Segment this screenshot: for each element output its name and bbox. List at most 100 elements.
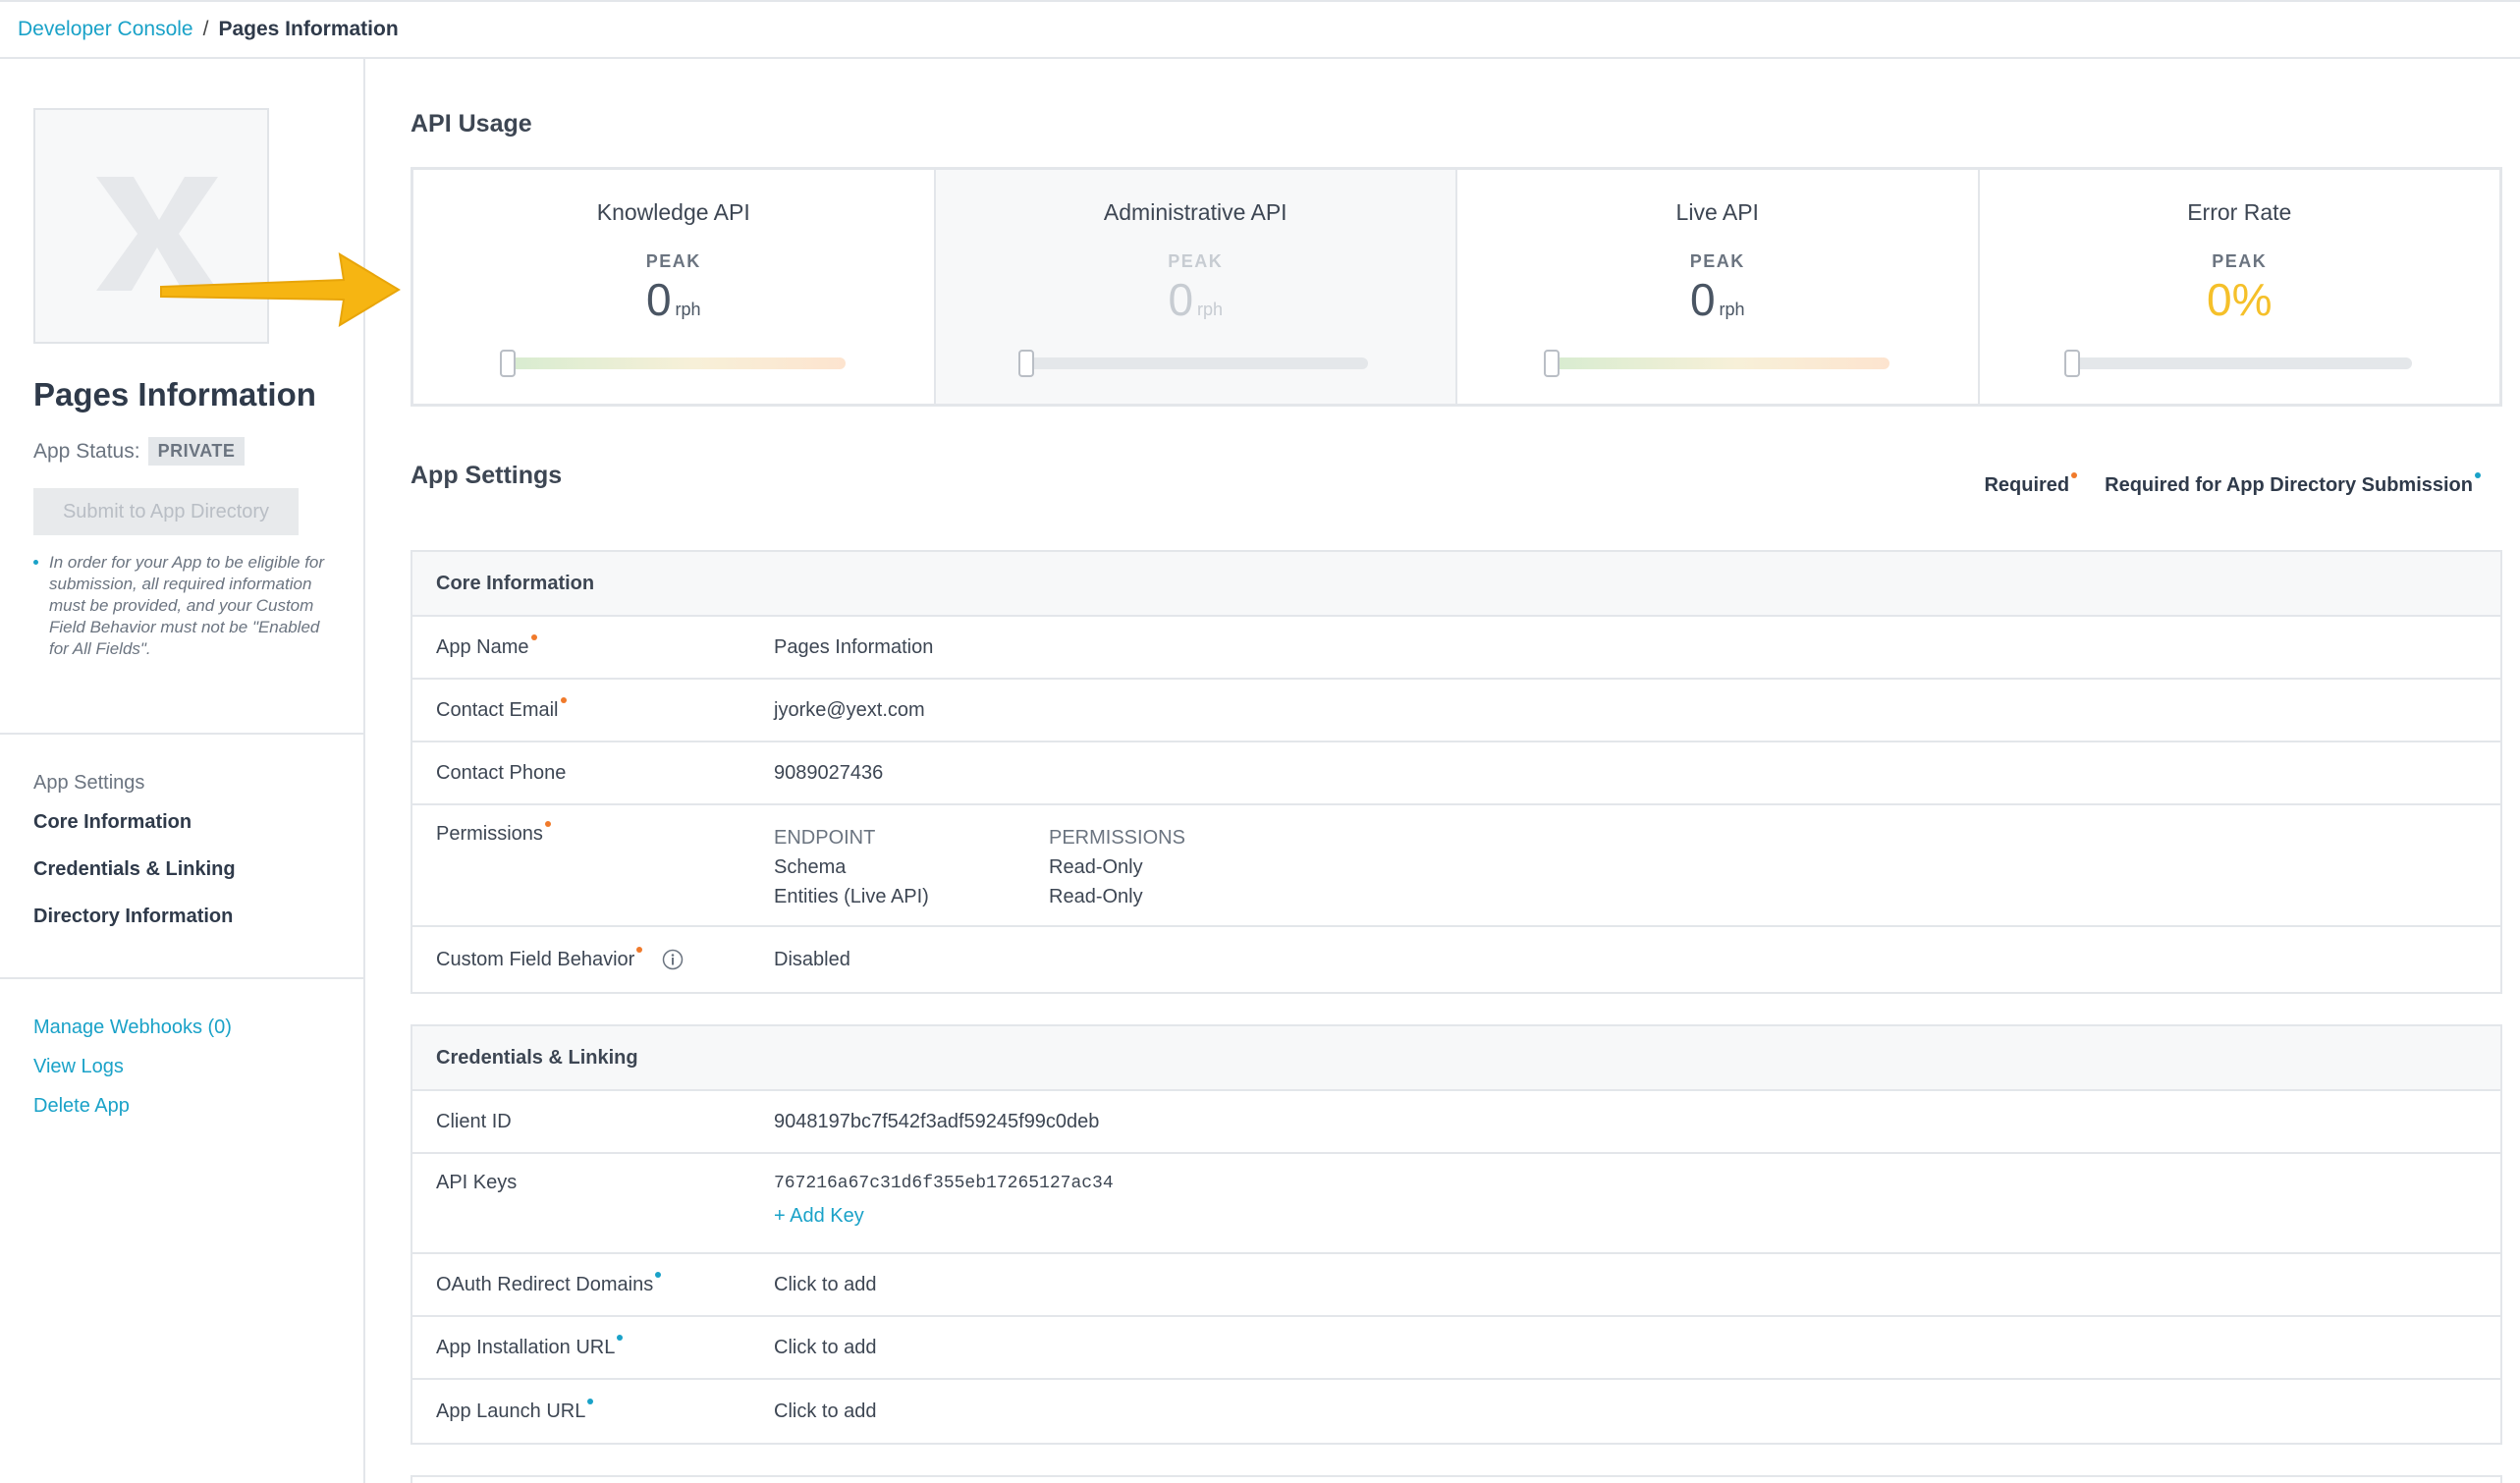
usage-card-peak-label: PEAK (1168, 251, 1224, 271)
required-dot-icon (2071, 472, 2078, 478)
contact-email-value[interactable]: jyorke@yext.com (774, 699, 2500, 722)
api-keys-row[interactable]: API Keys 767216a67c31d6f355eb17265127ac3… (412, 1154, 2500, 1254)
breadcrumb-developer-console[interactable]: Developer Console (18, 18, 193, 41)
delete-app-link[interactable]: Delete App (33, 1095, 130, 1118)
app-status-label: App Status: (33, 439, 140, 463)
usage-card-title: Error Rate (2187, 199, 2292, 225)
oauth-redirect-domains-field[interactable]: Click to add (774, 1274, 2500, 1296)
required-dot-icon (560, 696, 567, 703)
row-label: API Keys (436, 1172, 518, 1193)
row-label: Permissions (412, 821, 774, 925)
breadcrumb: Developer Console / Pages Information (0, 0, 2520, 59)
usage-card-live-api: Live API PEAK 0 rph (1457, 170, 1980, 404)
section-header: Core Information (412, 552, 2500, 617)
contact-phone-value[interactable]: 9089027436 (774, 762, 2500, 785)
usage-card-peak-label: PEAK (1689, 251, 1745, 271)
sidebar-settings-title: App Settings (33, 772, 145, 794)
api-keys-value: 767216a67c31d6f355eb17265127ac34 + Add K… (774, 1172, 2500, 1252)
directory-dot-icon (617, 1334, 624, 1341)
legend-required: Required (1984, 472, 2078, 497)
core-information-section: Core Information App Name Pages Informat… (411, 550, 2502, 994)
usage-card-peak-label: PEAK (645, 251, 701, 271)
directory-required-dot (33, 560, 38, 565)
legend-directory-required: Required for App Directory Submission (2105, 472, 2481, 497)
app-settings-title: App Settings (411, 462, 563, 489)
custom-field-behavior-row[interactable]: Custom Field Behavior Disabled (412, 927, 2500, 992)
submission-note: In order for your App to be eligible for… (33, 552, 328, 660)
app-status: App Status: PRIVATE (33, 437, 246, 466)
usage-card-knowledge-api: Knowledge API PEAK 0 rph (413, 170, 936, 404)
row-label: Custom Field Behavior (412, 946, 774, 971)
usage-card-value: 0 rph (1689, 274, 1745, 325)
usage-card-value: 0% (2207, 274, 2273, 325)
submission-note-text: In order for your App to be eligible for… (49, 553, 325, 658)
usage-track (1027, 357, 1368, 369)
sidebar-divider (0, 977, 363, 979)
app-name-row[interactable]: App Name Pages Information (412, 617, 2500, 680)
row-label: Contact Email (412, 696, 774, 722)
contact-phone-row[interactable]: Contact Phone 9089027436 (412, 742, 2500, 805)
permissions-permission-column: PERMISSIONS Read-Only Read-Only (1049, 827, 1185, 907)
directory-dot-icon (587, 1398, 594, 1404)
breadcrumb-current: Pages Information (218, 18, 399, 40)
required-legend: Required Required for App Directory Subm… (1984, 472, 2481, 497)
required-dot-icon (530, 633, 537, 640)
directory-dot-icon (2475, 472, 2481, 478)
client-id-value[interactable]: 9048197bc7f542f3adf59245f99c0deb (774, 1111, 2500, 1133)
sidebar-divider (0, 733, 363, 735)
required-dot-icon (636, 946, 643, 953)
submit-to-app-directory-button[interactable]: Submit to App Directory (33, 488, 299, 535)
usage-slider-thumb (1544, 350, 1560, 377)
add-key-button[interactable]: + Add Key (774, 1205, 2500, 1228)
required-dot-icon (544, 821, 551, 827)
row-label: App Installation URL (412, 1334, 774, 1359)
app-launch-url-field[interactable]: Click to add (774, 1401, 2500, 1423)
app-name-value[interactable]: Pages Information (774, 636, 2500, 659)
usage-card-error-rate: Error Rate PEAK 0% (1980, 170, 2500, 404)
client-id-row[interactable]: Client ID 9048197bc7f542f3adf59245f99c0d… (412, 1091, 2500, 1154)
sidebar-item-directory-information[interactable]: Directory Information (33, 906, 233, 928)
usage-card-value: 0 rph (645, 274, 701, 325)
view-logs-link[interactable]: View Logs (33, 1056, 124, 1078)
row-label: App Name (412, 633, 774, 659)
usage-track (2071, 357, 2412, 369)
custom-field-behavior-value[interactable]: Disabled (774, 949, 2500, 971)
usage-card-value: 0 rph (1168, 274, 1224, 325)
row-label: OAuth Redirect Domains (412, 1271, 774, 1296)
api-usage-panel: Knowledge API PEAK 0 rph Administrative A… (411, 167, 2502, 407)
app-launch-url-row[interactable]: App Launch URL Click to add (412, 1380, 2500, 1443)
manage-webhooks-link[interactable]: Manage Webhooks (0) (33, 1016, 232, 1039)
api-key[interactable]: 767216a67c31d6f355eb17265127ac34 (774, 1174, 2500, 1193)
usage-track (1550, 357, 1890, 369)
sidebar-item-core-information[interactable]: Core Information (33, 811, 192, 834)
annotation-arrow-icon (160, 252, 401, 327)
app-installation-url-field[interactable]: Click to add (774, 1337, 2500, 1359)
row-label: Client ID (436, 1110, 512, 1132)
oauth-redirect-domains-row[interactable]: OAuth Redirect Domains Click to add (412, 1254, 2500, 1317)
breadcrumb-separator: / (202, 18, 209, 40)
credentials-linking-section: Credentials & Linking Client ID 9048197b… (411, 1024, 2502, 1445)
contact-email-row[interactable]: Contact Email jyorke@yext.com (412, 680, 2500, 742)
usage-card-title: Live API (1675, 199, 1759, 225)
app-installation-url-row[interactable]: App Installation URL Click to add (412, 1317, 2500, 1380)
usage-track (506, 357, 846, 369)
permissions-row[interactable]: Permissions ENDPOINT Schema Entities (Li… (412, 805, 2500, 927)
status-badge: PRIVATE (147, 437, 246, 466)
usage-card-peak-label: PEAK (2212, 251, 2268, 271)
app-title: Pages Information (33, 376, 316, 412)
usage-card-administrative-api: Administrative API PEAK 0 rph (935, 170, 1457, 404)
row-label: App Launch URL (412, 1398, 774, 1423)
sidebar-item-credentials-linking[interactable]: Credentials & Linking (33, 858, 236, 881)
section-header: Credentials & Linking (412, 1026, 2500, 1091)
next-section-edge (411, 1475, 2502, 1483)
api-usage-title: API Usage (411, 110, 532, 137)
usage-slider-thumb (1017, 350, 1034, 377)
usage-slider-thumb (500, 350, 516, 377)
usage-card-title: Administrative API (1103, 199, 1287, 225)
permissions-table: ENDPOINT Schema Entities (Live API) PERM… (774, 823, 2500, 925)
row-label: Contact Phone (436, 761, 567, 784)
usage-slider-thumb (2063, 350, 2080, 377)
info-icon[interactable] (662, 949, 684, 970)
permissions-endpoint-column: ENDPOINT Schema Entities (Live API) (774, 827, 929, 907)
directory-dot-icon (655, 1271, 662, 1278)
